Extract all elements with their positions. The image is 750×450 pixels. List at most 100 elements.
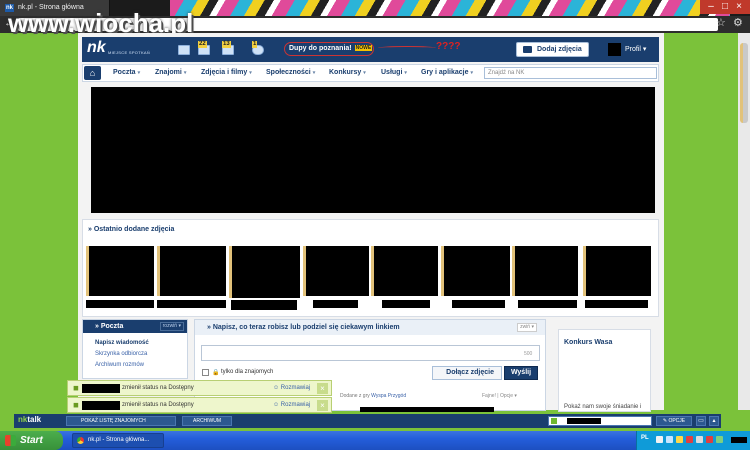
nav-item-uslugi[interactable]: Usługi ▾ (381, 65, 407, 81)
photo-caption[interactable] (518, 300, 577, 308)
game-link[interactable]: Wyspa Przygód (371, 393, 406, 399)
friends-only-checkbox[interactable] (202, 369, 209, 376)
expand-icon[interactable]: ▴ (709, 416, 719, 426)
profile-menu[interactable]: Profil ▾ (597, 40, 657, 59)
photo-thumb[interactable] (229, 246, 300, 298)
site-logo[interactable]: nk (87, 39, 106, 57)
nav-item-zdjecia[interactable]: Zdjęcia i filmy ▾ (201, 65, 252, 81)
photo-thumb[interactable] (303, 246, 369, 296)
attach-photo-button[interactable]: Dołącz zdjęcie (432, 366, 502, 380)
feed-item-redacted (360, 407, 494, 412)
chevron-down-icon: ▾ (642, 46, 647, 53)
minimize-icon[interactable]: – (704, 0, 718, 14)
photo-caption[interactable] (231, 300, 297, 310)
tray-icon[interactable] (716, 436, 723, 443)
nav-item-poczta[interactable]: Poczta ▾ (113, 65, 140, 81)
photo-caption[interactable] (585, 300, 648, 308)
home-icon[interactable]: ⌂ (84, 66, 101, 80)
maximize-icon[interactable]: □ (718, 0, 732, 14)
add-photos-label: Dodaj zdjęcia (537, 46, 582, 53)
tray-icon[interactable] (706, 436, 713, 443)
nktalk-logo-prefix: nk (18, 415, 28, 424)
search-input[interactable]: Znajdź na NK (484, 67, 657, 79)
new-badge: NOWE (354, 45, 373, 51)
language-indicator[interactable]: PL (641, 435, 649, 441)
add-photos-button[interactable]: Dodaj zdjęcia (516, 42, 589, 57)
status-input[interactable] (201, 345, 540, 361)
user-name-redacted (82, 401, 120, 410)
photo-thumb[interactable] (371, 246, 438, 296)
bookmark-star-icon[interactable]: ☆ (716, 16, 726, 29)
photo-thumb[interactable] (512, 246, 578, 296)
nav-item-gry[interactable]: Gry i aplikacje ▾ (421, 65, 473, 81)
wrench-icon: ✎ (662, 418, 668, 424)
minimize-icon[interactable]: ▭ (696, 416, 706, 426)
nktalk-logo: nktalk (18, 415, 41, 424)
nav-item-znajomi[interactable]: Znajomi ▾ (155, 65, 186, 81)
expand-label: rozwiń (162, 323, 178, 329)
photo-caption[interactable] (157, 300, 226, 308)
close-icon[interactable]: × (732, 0, 746, 14)
like-link[interactable]: Fajne! (482, 393, 496, 399)
photo-thumb[interactable] (583, 246, 651, 296)
status-title: Napisz, co teraz robisz lub podziel się … (212, 324, 400, 331)
volume-icon[interactable] (696, 436, 703, 443)
send-button[interactable]: Wyślij (504, 366, 538, 380)
chat-link[interactable]: ☺ Rozmawiaj (273, 385, 310, 391)
network-icon[interactable] (666, 436, 673, 443)
chat-status-selector[interactable] (548, 416, 652, 426)
chat-archive-link[interactable]: Archiwum rozmów (95, 362, 144, 368)
photos-badge: 13 (222, 41, 231, 48)
scrollbar-thumb[interactable] (740, 43, 748, 123)
nav-item-konkursy[interactable]: Konkursy ▾ (329, 65, 366, 81)
chevron-down-icon: ▾ (137, 70, 141, 76)
show-friends-button[interactable]: POKAŻ LISTĘ ZNAJOMYCH (66, 416, 176, 426)
options-button[interactable]: ✎ OPCJE (656, 416, 692, 426)
wrench-icon[interactable]: ⚙ (733, 16, 743, 29)
chevron-down-icon: ▾ (470, 70, 473, 76)
chrome-icon (77, 437, 84, 444)
options-link[interactable]: Opcje (500, 393, 513, 399)
taskbar-window-item[interactable]: nk.pl - Strona główna... (72, 433, 164, 448)
promo-text: Dupy do poznania! (289, 45, 352, 52)
status-header: » Napisz, co teraz robisz lub podziel si… (195, 320, 545, 335)
photo-caption[interactable] (313, 300, 358, 308)
chat-notification: ◼ zmienił status na Dostępny ☺ Rozmawiaj… (67, 397, 332, 413)
poczta-header: » Poczta rozwiń ▾ (83, 320, 187, 333)
photo-caption[interactable] (382, 300, 430, 308)
tray-icon[interactable] (656, 436, 663, 443)
attach-photo-label: Dołącz zdjęcie (446, 369, 494, 376)
chat-link[interactable]: ☺ Rozmawiaj (273, 402, 310, 408)
mail-icon[interactable] (178, 45, 190, 55)
chat-bubble-icon: ◼ (73, 385, 79, 392)
chevron-down-icon: ▾ (183, 70, 187, 76)
photo-caption[interactable] (86, 300, 154, 308)
banner-redacted (91, 87, 655, 213)
contest-title[interactable]: Konkurs Wasa (564, 339, 612, 346)
compose-message-link[interactable]: Napisz wiadomość (95, 340, 149, 346)
nav-item-spolecznosci[interactable]: Społeczności ▾ (266, 65, 315, 81)
promo-link[interactable]: Dupy do poznania! NOWE (284, 42, 374, 56)
close-icon[interactable]: × (317, 383, 328, 394)
friends-badge: 22 (198, 41, 207, 48)
expand-toggle[interactable]: rozwiń ▾ (159, 322, 184, 331)
close-icon[interactable]: × (317, 400, 328, 411)
feed-source: Dodane z gry Wyspa Przygód (340, 393, 406, 399)
photo-thumb[interactable] (441, 246, 510, 296)
archive-button[interactable]: ARCHIWUM (182, 416, 232, 426)
start-button[interactable]: Start (0, 431, 63, 450)
avatar (608, 43, 621, 56)
page-scrollbar[interactable] (738, 33, 750, 410)
status-icon (551, 418, 557, 424)
nav-label: Konkursy (329, 69, 362, 76)
security-icon[interactable] (686, 436, 693, 443)
photo-thumb[interactable] (157, 246, 226, 296)
photo-thumb[interactable] (86, 246, 154, 296)
tray-icon[interactable] (676, 436, 683, 443)
collapse-toggle[interactable]: zwiń ▾ (517, 323, 537, 332)
nav-label: Poczta (113, 69, 136, 76)
games-badge: 1 (252, 41, 258, 48)
nav-label: Usługi (381, 69, 403, 76)
inbox-link[interactable]: Skrzynka odbiorcza (95, 351, 147, 357)
photo-caption[interactable] (452, 300, 505, 308)
